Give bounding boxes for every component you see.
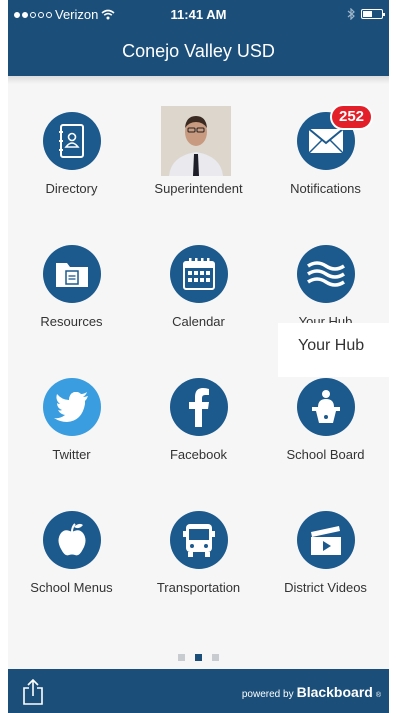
tile-resources[interactable]: Resources	[8, 217, 135, 329]
tile-label: Facebook	[169, 447, 228, 462]
page-indicator[interactable]	[8, 654, 389, 661]
nav-bar: Conejo Valley USD	[8, 28, 389, 76]
facebook-f-icon	[189, 388, 209, 427]
page-dot-active[interactable]	[195, 654, 202, 661]
tile-label: School Board	[286, 447, 365, 462]
bottom-toolbar: powered by Blackboard ®	[8, 669, 389, 713]
tile-notifications[interactable]: 252 Notifications	[262, 84, 389, 196]
tile-twitter[interactable]: Twitter	[8, 350, 135, 462]
page-dot[interactable]	[178, 654, 185, 661]
nav-shadow	[8, 76, 389, 84]
tile-facebook[interactable]: Facebook	[135, 350, 262, 462]
page-dot[interactable]	[212, 654, 219, 661]
battery-icon	[361, 9, 385, 19]
tile-label: School Menus	[30, 580, 113, 595]
twitter-bird-icon	[54, 392, 88, 422]
tile-district-videos[interactable]: District Videos	[262, 483, 389, 595]
apple-icon	[58, 523, 86, 556]
tile-label: Notifications	[290, 181, 361, 196]
tile-label: Resources	[40, 314, 103, 329]
powered-by-label: powered by	[241, 689, 294, 700]
tile-your-hub[interactable]: Your Hub	[262, 217, 389, 329]
tooltip-your-hub: Your Hub	[278, 323, 389, 377]
status-bar: Verizon 11:41 AM	[8, 0, 389, 28]
tile-label: Directory	[45, 181, 98, 196]
registered-mark: ®	[375, 692, 381, 699]
envelope-icon	[308, 128, 344, 154]
status-icons	[347, 8, 385, 20]
bluetooth-icon	[347, 8, 355, 20]
tile-label: Calendar	[172, 314, 225, 329]
page-title: Conejo Valley USD	[122, 41, 275, 61]
folder-icon	[56, 263, 88, 287]
clapperboard-icon	[311, 526, 341, 555]
tile-superintendent[interactable]: Superintendent	[135, 84, 262, 196]
address-book-icon	[59, 124, 84, 158]
blackboard-logo: Blackboard	[296, 684, 373, 700]
tile-label: District Videos	[284, 580, 367, 595]
waves-icon	[307, 261, 345, 287]
share-icon[interactable]	[22, 679, 44, 705]
tile-calendar[interactable]: Calendar	[135, 217, 262, 329]
powered-by-blackboard: powered by Blackboard ®	[242, 684, 381, 700]
tile-label: Twitter	[52, 447, 91, 462]
notification-count-badge: 252	[330, 104, 374, 130]
clock: 11:41 AM	[170, 7, 227, 22]
tile-label: Superintendent	[154, 181, 243, 196]
tile-directory[interactable]: Directory	[8, 84, 135, 196]
app-screen: Verizon 11:41 AM Conejo Valley USD Direc…	[8, 0, 389, 713]
podium-speaker-icon	[312, 390, 340, 423]
tile-transportation[interactable]: Transportation	[135, 483, 262, 595]
bus-icon	[183, 524, 215, 557]
calendar-icon	[183, 258, 215, 290]
tile-label: Transportation	[156, 580, 241, 595]
tile-school-menus[interactable]: School Menus	[8, 483, 135, 595]
superintendent-photo	[161, 106, 231, 176]
